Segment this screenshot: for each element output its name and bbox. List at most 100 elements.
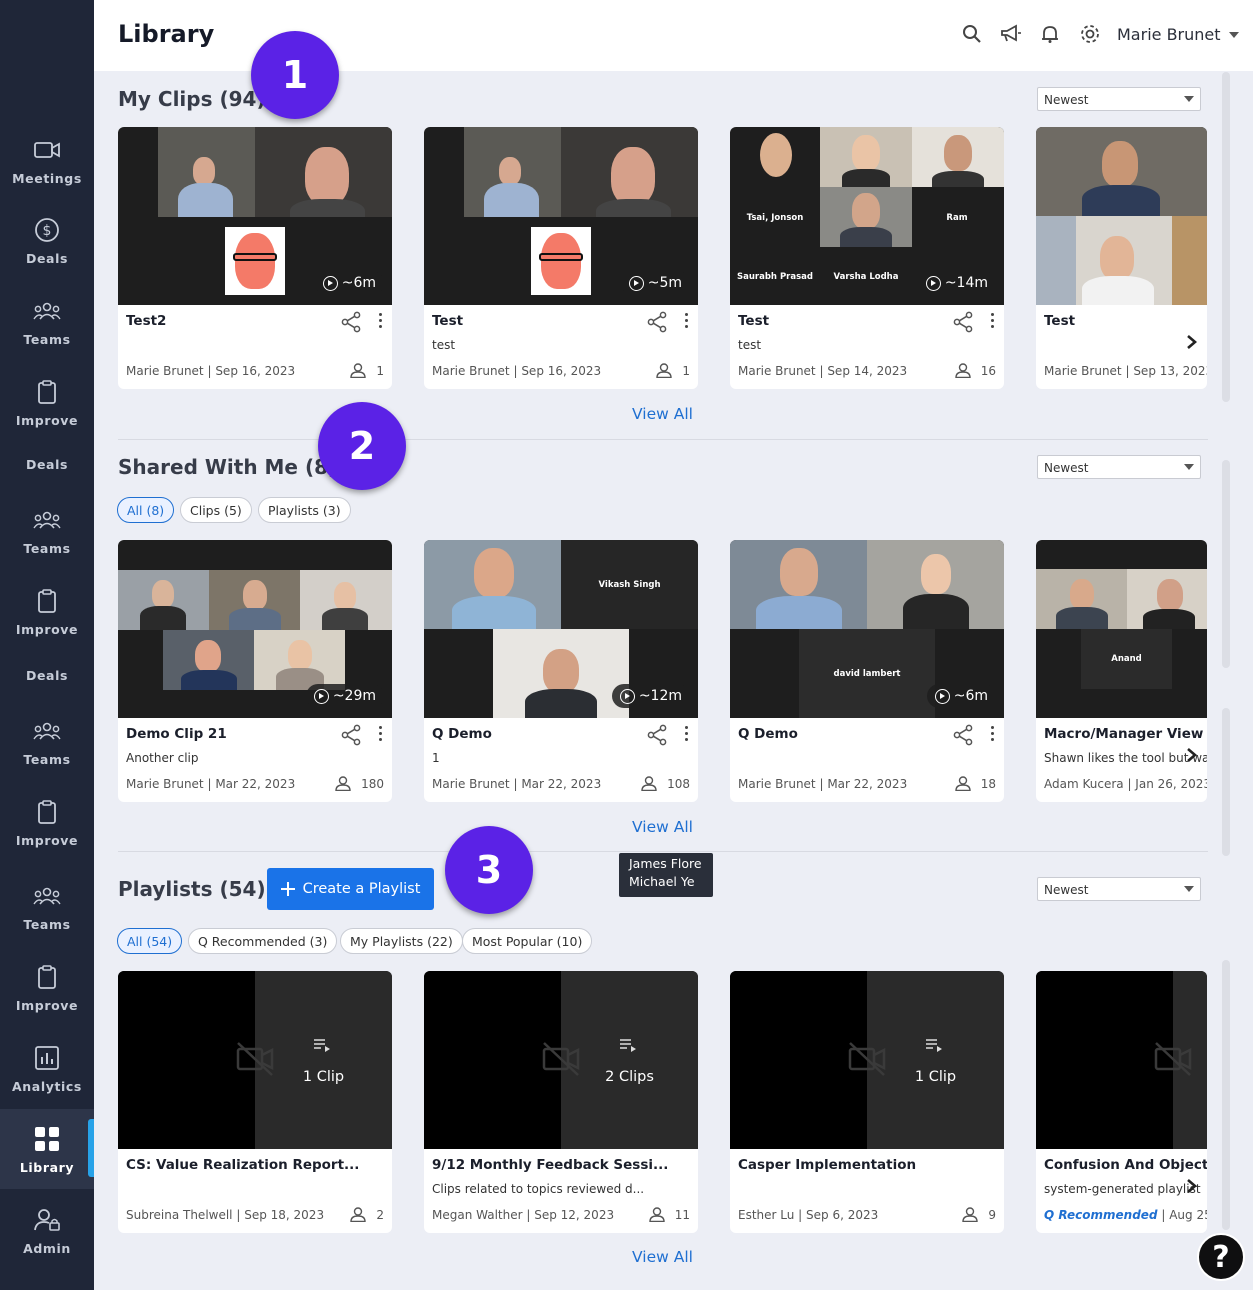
playlists-view-all[interactable]: View All (632, 1248, 693, 1266)
plus-icon (280, 882, 295, 896)
clip-card[interactable]: ~6m Test2 Marie Brunet | Sep 16, 2023 1 (118, 127, 392, 389)
user-menu[interactable]: Marie Brunet (1117, 25, 1239, 44)
person-icon (335, 776, 351, 791)
clip-card[interactable]: Tsai, Jonson Ram Saurabh Prasad Varsha L… (730, 127, 1004, 389)
filter-all[interactable]: All (8) (117, 497, 175, 523)
nav-teams-3[interactable]: Teams (0, 701, 94, 781)
nav-deals-3[interactable]: Deals (0, 668, 94, 683)
filter-most-popular[interactable]: Most Popular (10) (462, 928, 593, 954)
nav-admin[interactable]: Admin (0, 1190, 94, 1270)
nav-teams-4[interactable]: Teams (0, 866, 94, 946)
help-button[interactable]: ? (1197, 1233, 1245, 1281)
search-icon[interactable] (960, 22, 984, 46)
chevron-right-icon[interactable] (1184, 334, 1200, 350)
nav-teams-2[interactable]: Teams (0, 490, 94, 570)
create-playlist-label: Create a Playlist (302, 881, 421, 897)
clip-card[interactable]: ~29m Demo Clip 21 Another clip Marie Bru… (118, 540, 392, 802)
more-options-icon[interactable] (990, 726, 994, 742)
gear-icon[interactable] (1078, 22, 1102, 46)
clip-card[interactable]: david lambert ~6m Q Demo Marie Brunet | … (730, 540, 1004, 802)
nav-library[interactable]: Library (0, 1109, 94, 1189)
nav-label: Analytics (12, 1078, 82, 1094)
play-icon (925, 275, 941, 291)
view-count: 1 (350, 363, 384, 378)
nav-improve-3[interactable]: Improve (0, 782, 94, 862)
filter-q-recommended[interactable]: Q Recommended (3) (188, 928, 338, 954)
card-meta: Subreina Thelwell | Sep 18, 2023 (126, 1208, 325, 1222)
team-icon (32, 505, 62, 535)
scrollbar[interactable] (1222, 460, 1230, 668)
card-description: Clips related to topics reviewed d... (432, 1182, 645, 1196)
play-icon (313, 688, 329, 704)
clip-card[interactable]: ~5m Test test Marie Brunet | Sep 16, 202… (424, 127, 698, 389)
clip-card[interactable]: Anand Macro/Manager View A Shawn likes t… (1036, 540, 1207, 802)
share-icon[interactable] (646, 724, 668, 746)
team-icon (32, 716, 62, 746)
share-icon[interactable] (340, 311, 362, 333)
more-options-icon[interactable] (684, 313, 688, 329)
clip-card[interactable]: Vikash Singh ~12m Q Demo 1 Marie Brunet … (424, 540, 698, 802)
nav-improve-2[interactable]: Improve (0, 571, 94, 651)
views-text: 11 (674, 1207, 690, 1222)
scrollbar[interactable] (1222, 72, 1230, 402)
nav-teams[interactable]: Teams (0, 281, 94, 361)
sidebar: Meetings $ Deals Teams Improve Deals Tea… (0, 0, 94, 1290)
playlist-thumbnail: 2 Clips (424, 971, 698, 1149)
playlist-card[interactable]: 1 Clip Casper Implementation Esther Lu |… (730, 971, 1004, 1233)
chevron-down-icon (1228, 31, 1239, 38)
scrollbar[interactable] (1222, 708, 1230, 856)
filter-clips[interactable]: Clips (5) (180, 497, 252, 523)
grid-icon (32, 1124, 62, 1154)
view-count: 16 (955, 363, 996, 378)
playlist-icon (620, 1037, 636, 1056)
create-playlist-button[interactable]: Create a Playlist (267, 868, 434, 910)
chevron-right-icon[interactable] (1184, 747, 1200, 763)
playlists-sort[interactable]: Newest (1037, 877, 1201, 901)
nav-improve-4[interactable]: Improve (0, 947, 94, 1027)
duration-badge: ~29m (305, 684, 384, 708)
chevron-right-icon[interactable] (1184, 1178, 1200, 1194)
more-options-icon[interactable] (378, 313, 382, 329)
card-description: Shawn likes the tool but wa (1044, 751, 1207, 765)
share-icon[interactable] (646, 311, 668, 333)
nav-label: Teams (23, 916, 71, 932)
person-icon (962, 1207, 979, 1222)
my-clips-sort[interactable]: Newest (1037, 87, 1201, 111)
nav-deals-2[interactable]: Deals (0, 457, 94, 472)
sort-value: Newest (1044, 461, 1089, 475)
nav-analytics[interactable]: Analytics (0, 1028, 94, 1108)
share-icon[interactable] (952, 724, 974, 746)
more-options-icon[interactable] (378, 726, 382, 742)
playlist-card[interactable]: Confusion And Objectic system-generated … (1036, 971, 1207, 1233)
megaphone-icon[interactable] (999, 22, 1023, 46)
duration-badge: ~12m (611, 684, 690, 708)
more-options-icon[interactable] (684, 726, 688, 742)
playlist-card[interactable]: 2 Clips 9/12 Monthly Feedback Sessi... C… (424, 971, 698, 1233)
nav-meetings[interactable]: Meetings (0, 120, 94, 200)
nav-improve[interactable]: Improve (0, 362, 94, 442)
clip-card[interactable]: Test Marie Brunet | Sep 13, 2023 (1036, 127, 1207, 389)
card-meta: Marie Brunet | Sep 16, 2023 (432, 364, 602, 378)
more-options-icon[interactable] (990, 313, 994, 329)
nav-deals[interactable]: $ Deals (0, 200, 94, 280)
dollar-icon: $ (32, 215, 62, 245)
filter-playlists[interactable]: Playlists (3) (258, 497, 351, 523)
filter-all[interactable]: All (54) (117, 928, 183, 954)
participant-name: david lambert (833, 669, 901, 679)
scrollbar[interactable] (1222, 960, 1230, 1230)
card-description: 1 (432, 751, 440, 765)
shared-sort[interactable]: Newest (1037, 455, 1201, 479)
playlist-card[interactable]: 1 Clip CS: Value Realization Report... S… (118, 971, 392, 1233)
card-author: Marie Brunet (432, 364, 510, 378)
clip-count: 1 Clip (302, 1069, 345, 1085)
shared-view-all[interactable]: View All (632, 818, 693, 836)
bell-icon[interactable] (1038, 22, 1062, 46)
nav-label: Admin (23, 1240, 71, 1256)
sort-value: Newest (1044, 93, 1089, 107)
share-icon[interactable] (952, 311, 974, 333)
filter-my-playlists[interactable]: My Playlists (22) (340, 928, 463, 954)
my-clips-view-all[interactable]: View All (632, 405, 693, 423)
annotation-badge: 1 (251, 31, 339, 119)
card-date: Mar 22, 2023 (521, 777, 602, 791)
share-icon[interactable] (340, 724, 362, 746)
